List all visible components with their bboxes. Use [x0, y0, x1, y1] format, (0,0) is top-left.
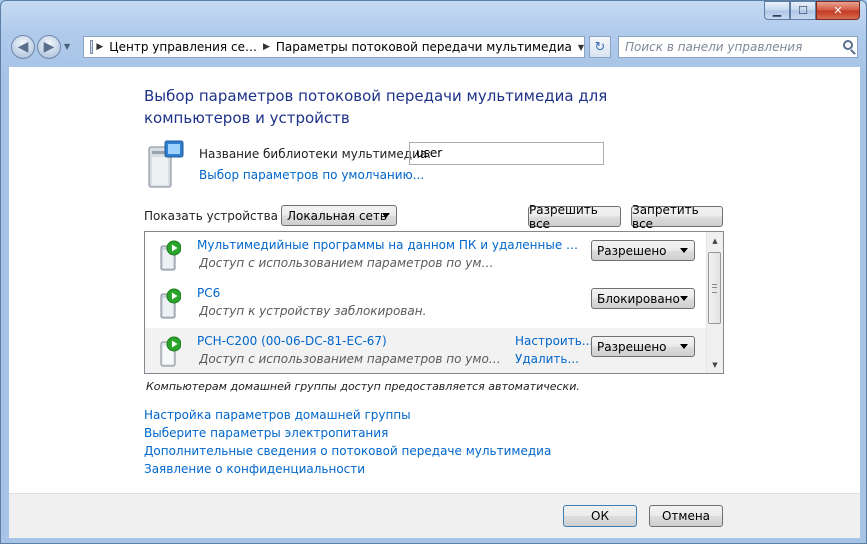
forward-button[interactable]: ▶ — [37, 35, 61, 59]
content-area: Выбор параметров потоковой передачи муль… — [9, 67, 860, 493]
close-button[interactable]: ✕ — [816, 1, 860, 20]
navigation-bar: ◀ ▶ ▼ ▶ Центр управления се… ▶ Параметры… — [9, 34, 858, 60]
chevron-down-icon — [382, 213, 390, 218]
chevron-down-icon — [680, 296, 688, 301]
media-streaming-info-link[interactable]: Дополнительные сведения о потоковой пере… — [144, 442, 551, 460]
device-access-value: Разрешено — [597, 339, 667, 354]
grip-icon — [712, 284, 717, 293]
library-name-label: Название библиотеки мультимедиа: — [199, 147, 432, 161]
back-icon: ◀ — [17, 39, 29, 55]
default-settings-link[interactable]: Выбор параметров по умолчанию... — [199, 168, 424, 182]
device-access-select[interactable]: Разрешено — [591, 240, 695, 261]
device-access-value: Разрешено — [597, 243, 667, 258]
privacy-statement-link[interactable]: Заявление о конфиденциальности — [144, 460, 551, 478]
device-row[interactable]: PCH-C200 (00-06-DC-81-EC-67) Доступ с ис… — [145, 328, 707, 373]
ok-button[interactable]: ОК — [563, 505, 637, 527]
window: ▁ ☐ ✕ ◀ ▶ ▼ ▶ Центр управления се… ▶ Пар… — [0, 0, 867, 544]
device-access-select[interactable]: Блокировано — [591, 288, 695, 309]
breadcrumb-control-panel[interactable]: Центр управления се… — [103, 40, 263, 54]
library-name-input[interactable]: user — [409, 142, 604, 165]
breadcrumb-separator-icon[interactable]: ▶ — [93, 42, 103, 52]
minimize-button[interactable]: ▁ — [764, 1, 790, 20]
homegroup-note: Компьютерам домашней группы доступ предо… — [146, 380, 580, 393]
device-status: Доступ с использованием параметров по ум… — [199, 352, 505, 366]
device-list[interactable]: Мультимедийные программы на данном ПК и … — [144, 231, 724, 374]
search-placeholder: Поиск в панели управления — [625, 40, 803, 54]
remove-device-link[interactable]: Удалить... — [515, 352, 579, 366]
refresh-icon: ↻ — [594, 39, 606, 55]
chevron-down-icon — [680, 248, 688, 253]
device-access-value: Блокировано — [597, 291, 680, 306]
search-input[interactable]: Поиск в панели управления — [618, 36, 858, 58]
homegroup-settings-link[interactable]: Настройка параметров домашней группы — [144, 406, 551, 424]
scroll-down-icon[interactable]: ▼ — [707, 356, 723, 373]
address-bar[interactable]: ▶ Центр управления се… ▶ Параметры поток… — [83, 36, 585, 58]
device-name[interactable]: PCH-C200 (00-06-DC-81-EC-67) — [197, 334, 497, 348]
deny-all-button[interactable]: Запретить все — [631, 203, 723, 231]
device-icon — [160, 336, 181, 367]
allow-all-button[interactable]: Разрешить все — [528, 203, 621, 231]
scroll-thumb[interactable] — [708, 252, 721, 324]
dialog-footer: ОК Отмена — [9, 493, 860, 538]
power-options-link[interactable]: Выберите параметры электропитания — [144, 424, 551, 442]
device-icon — [160, 240, 181, 271]
breadcrumb-media-streaming[interactable]: Параметры потоковой передачи мультимедиа — [270, 40, 578, 54]
chevron-down-icon — [680, 344, 688, 349]
breadcrumb-separator-icon[interactable]: ▶ — [263, 42, 270, 52]
scroll-up-icon[interactable]: ▲ — [707, 232, 723, 249]
related-links: Настройка параметров домашней группы Выб… — [144, 406, 551, 478]
network-select-value: Локальная сеть — [287, 208, 387, 223]
back-button[interactable]: ◀ — [11, 35, 35, 59]
search-icon[interactable] — [843, 40, 853, 50]
media-library-icon — [148, 140, 184, 188]
device-name[interactable]: PC6 — [197, 286, 585, 300]
device-name[interactable]: Мультимедийные программы на данном ПК и … — [197, 238, 585, 252]
device-status: Доступ с использованием параметров по ум… — [199, 256, 499, 270]
address-dropdown-icon[interactable]: ▼ — [578, 43, 584, 52]
configure-device-link[interactable]: Настроить... — [515, 334, 593, 348]
device-row[interactable]: PC6 Доступ к устройству заблокирован. Бл… — [145, 280, 707, 326]
cancel-button[interactable]: Отмена — [649, 505, 723, 527]
forward-icon: ▶ — [43, 39, 55, 55]
device-list-scrollbar[interactable]: ▲ ▼ — [706, 232, 723, 373]
page-title: Выбор параметров потоковой передачи муль… — [144, 87, 608, 127]
network-select[interactable]: Локальная сеть — [281, 205, 397, 226]
recent-pages-dropdown[interactable]: ▼ — [64, 42, 70, 51]
refresh-button[interactable]: ↻ — [589, 36, 611, 58]
device-status: Доступ к устройству заблокирован. — [199, 304, 427, 318]
device-icon — [160, 288, 181, 319]
maximize-button[interactable]: ☐ — [790, 1, 816, 20]
caption-buttons: ▁ ☐ ✕ — [764, 1, 860, 21]
show-devices-label: Показать устройства на: — [144, 209, 302, 223]
device-row[interactable]: Мультимедийные программы на данном ПК и … — [145, 232, 707, 278]
device-access-select[interactable]: Разрешено — [591, 336, 695, 357]
